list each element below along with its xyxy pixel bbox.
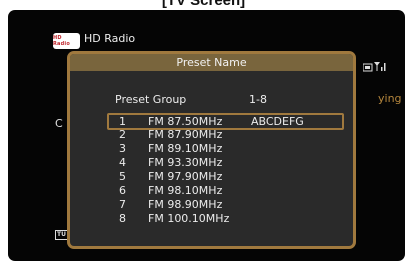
preset-frequency: FM 93.30MHz (148, 156, 223, 169)
preset-name: ABCDEFG (251, 115, 304, 128)
preset-group-value[interactable]: 1-8 (249, 93, 267, 106)
preset-number: 6 (119, 184, 126, 197)
source-title: HD Radio (84, 32, 136, 45)
preset-frequency: FM 87.90MHz (148, 128, 223, 141)
preset-row-7[interactable]: 7 FM 98.90MHz (112, 198, 342, 212)
hd-radio-logo: HD Radio (53, 33, 80, 49)
preset-number: 3 (119, 142, 126, 155)
preset-frequency: FM 89.10MHz (148, 142, 223, 155)
dialog-title: Preset Name (70, 54, 353, 71)
preset-row-4[interactable]: 4 FM 93.30MHz (112, 156, 342, 170)
preset-frequency: FM 98.90MHz (148, 198, 223, 211)
preset-number: 2 (119, 128, 126, 141)
background-status-text: ying (378, 92, 402, 105)
preset-group-label: Preset Group (115, 93, 187, 106)
preset-frequency: FM 98.10MHz (148, 184, 223, 197)
background-text: C (55, 117, 63, 130)
preset-number: 4 (119, 156, 126, 169)
preset-row-3[interactable]: 3 FM 89.10MHz (112, 142, 342, 156)
preset-frequency: FM 100.10MHz (148, 212, 230, 225)
preset-frequency: FM 87.50MHz (148, 115, 223, 128)
screen-caption: [TV Screen] (161, 0, 246, 9)
preset-frequency: FM 97.90MHz (148, 170, 223, 183)
signal-strength-icon (363, 62, 386, 72)
preset-row-5[interactable]: 5 FM 97.90MHz (112, 170, 342, 184)
preset-number: 7 (119, 198, 126, 211)
preset-number: 8 (119, 212, 126, 225)
preset-row-2[interactable]: 2 FM 87.90MHz (112, 128, 342, 142)
preset-number: 1 (119, 115, 126, 128)
preset-number: 5 (119, 170, 126, 183)
preset-row-8[interactable]: 8 FM 100.10MHz (112, 212, 342, 226)
preset-row-6[interactable]: 6 FM 98.10MHz (112, 184, 342, 198)
